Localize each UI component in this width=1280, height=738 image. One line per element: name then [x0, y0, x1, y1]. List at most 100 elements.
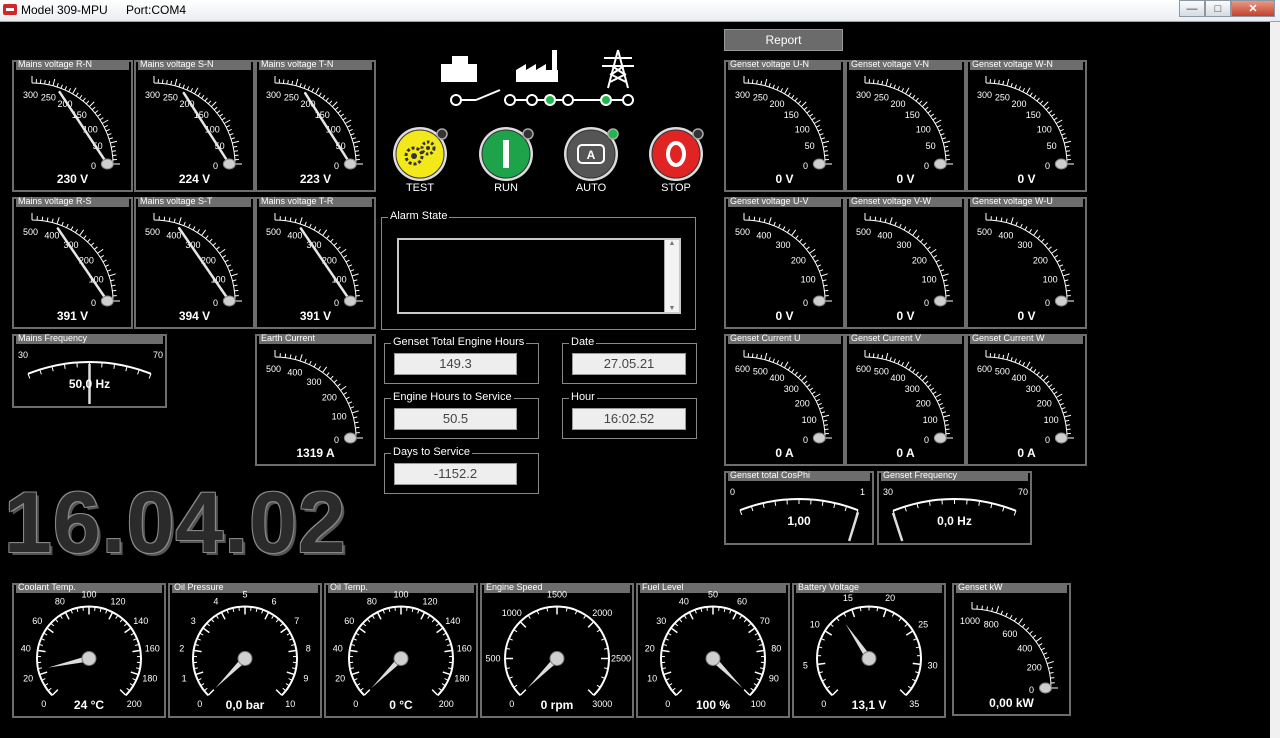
gauge-hub — [222, 295, 236, 307]
gauge-tick — [1022, 362, 1026, 367]
mode-button-run[interactable] — [477, 126, 535, 184]
gauge-tick — [348, 128, 353, 132]
gauge-tick — [79, 229, 85, 236]
gauge-tick — [912, 662, 921, 666]
gauge-tick-label: 50 — [805, 141, 815, 151]
gauge-tick — [877, 353, 879, 359]
gauge-tick — [264, 611, 270, 620]
gauge-tick-label: 0 — [213, 298, 218, 308]
gauge-tick-label: 1000 — [502, 608, 522, 618]
gauge-tick — [823, 419, 828, 422]
gauge-tick — [186, 86, 190, 91]
gauge-tick — [111, 145, 116, 148]
gauge-tick — [877, 79, 879, 85]
gauge-tick-label: 0 — [1029, 685, 1034, 695]
gauge-tick — [345, 259, 350, 263]
gauge-tick — [75, 92, 79, 97]
gauge-tick — [587, 689, 595, 696]
gauge-dial: 0100200300400500 — [977, 213, 1074, 308]
gauge-tick — [194, 87, 199, 95]
gauge-tick-label: 200 — [891, 99, 906, 109]
gauge-tick — [1018, 360, 1022, 365]
gauge-tick — [874, 216, 877, 221]
gauge-tick-label: 0 — [1045, 161, 1050, 171]
gauge-tick — [233, 284, 238, 287]
gauge-tick — [822, 279, 827, 282]
gauge-tick — [899, 689, 907, 696]
mains-voltage-s-t-gauge: Mains voltage S-T 0 100 200 300 400 500 394 V — [134, 196, 255, 329]
gauge-tick — [907, 685, 912, 689]
gauge-tick — [210, 618, 215, 623]
gauge-tick — [204, 97, 208, 102]
power-tower-icon — [602, 49, 634, 89]
gauge-tick — [794, 371, 798, 376]
gauge-tick — [671, 687, 676, 692]
gauge-tick — [912, 368, 916, 373]
gauge-tick — [326, 372, 330, 376]
gauge-tick — [183, 221, 186, 226]
gauge-tick — [337, 110, 342, 114]
gauge-tick — [1054, 255, 1059, 259]
gauge-hub — [81, 651, 97, 666]
gauge-tick — [885, 78, 889, 86]
factory-icon — [516, 50, 558, 82]
alarm-scrollbar[interactable]: ▲ ▼ — [664, 240, 679, 312]
gauge-tick — [809, 248, 816, 254]
gauge-tick — [743, 618, 748, 623]
gauge-tick — [1015, 221, 1018, 226]
minimize-button[interactable]: — — [1179, 0, 1205, 17]
gauge-tick-label: 1500 — [547, 590, 567, 600]
gauge-tick — [87, 238, 91, 243]
gauge-tick — [907, 228, 911, 233]
gauge-tick — [519, 621, 527, 628]
gauge-hub — [343, 432, 357, 444]
gauge-tick-label: 150 — [905, 110, 920, 120]
gauge-tick — [299, 83, 302, 88]
gauge-tick — [97, 248, 104, 254]
scroll-down-icon[interactable]: ▼ — [665, 305, 679, 312]
gauge-dial: 050010001500200025003000 — [485, 590, 631, 709]
service-hours-field: Engine Hours to Service 50.5 — [384, 391, 539, 439]
gauge-tick — [819, 269, 824, 272]
alarm-state-textbox[interactable]: ▲ ▼ — [397, 238, 681, 314]
gauge-tick — [778, 223, 781, 228]
gauge-dial: 0 100 200 300400500600 — [977, 350, 1074, 445]
gauge-tick — [795, 235, 799, 239]
gauge-tick-label: 300 — [856, 90, 871, 100]
gauge-tick — [105, 264, 110, 267]
gauge-tick — [944, 150, 950, 152]
gauge-tick — [941, 137, 946, 140]
gauge-tick-label: 600 — [977, 364, 992, 374]
gauge-tick — [201, 229, 207, 236]
report-button[interactable]: Report — [724, 29, 843, 51]
gauge-tick — [823, 424, 829, 426]
gauge-tick-label: 8 — [306, 643, 311, 653]
gauge-tick — [1040, 647, 1045, 651]
gauge-value: 0 °C — [389, 698, 413, 712]
scroll-up-icon[interactable]: ▲ — [665, 240, 679, 247]
mode-button-test[interactable] — [391, 126, 449, 184]
gauge-tick — [51, 218, 54, 223]
gauge-tick-label: 400 — [287, 230, 302, 240]
gauge-dial: 0100200300400500 — [266, 213, 363, 308]
run-icon — [479, 127, 534, 181]
gauge-tick — [763, 218, 766, 223]
close-button[interactable]: ✕ — [1231, 0, 1275, 17]
maximize-button[interactable]: □ — [1205, 0, 1231, 17]
gauge-tick — [90, 242, 95, 246]
gauge-tick — [944, 284, 949, 287]
gauge-tick — [941, 273, 949, 277]
gauge-tick — [1065, 419, 1070, 422]
mode-button-stop[interactable] — [647, 126, 705, 184]
gauge-tick — [340, 385, 347, 391]
gauge-tick — [221, 117, 226, 121]
gauge-tick — [287, 79, 289, 85]
mode-button-auto[interactable]: A — [562, 126, 620, 184]
gauge-tick — [674, 622, 679, 627]
gauge-tick-label: 400 — [166, 230, 181, 240]
gauge-tick — [780, 362, 784, 367]
coolant-temp-gauge: Coolant Temp. 0 20 40 60 80 100 120 140 160 180 200… — [12, 582, 166, 718]
gauge-tick — [1046, 660, 1054, 665]
gauge-tick-label: 1000 — [960, 616, 980, 626]
gauge-tick — [307, 86, 311, 91]
